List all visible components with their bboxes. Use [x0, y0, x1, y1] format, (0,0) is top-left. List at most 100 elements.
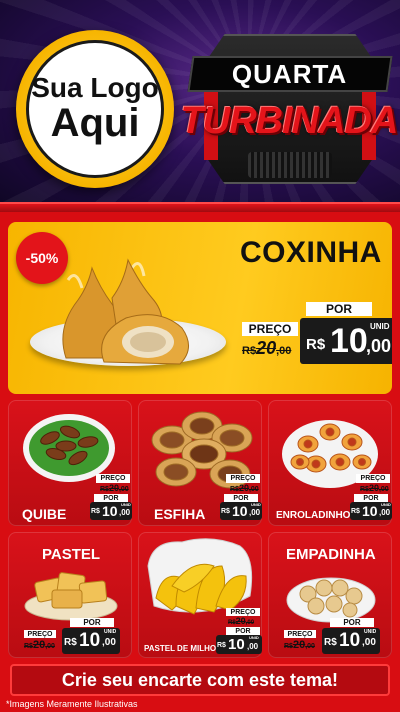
coxinha-image: [62, 258, 189, 365]
hero-price-tag: POR PREÇO R$ 20 ,00 R$ 10 ,00 UNID: [240, 302, 392, 368]
price-cents: ,00: [119, 508, 131, 517]
price-tag: PREÇO R$ 20,00 POR R$ 10 ,00 UNID: [70, 474, 132, 522]
old-price: R$ 20 ,00: [242, 338, 292, 358]
price-cents: ,00: [249, 508, 261, 517]
price-int: 10: [79, 630, 101, 651]
logo-line-2: Aqui: [50, 101, 140, 145]
preco-label: PREÇO: [284, 630, 316, 638]
por-label: POR: [226, 627, 260, 635]
product-name: ESFIHA: [154, 506, 206, 522]
price-currency: R$: [217, 642, 226, 649]
new-price: R$ 10 ,00 UNID: [322, 628, 380, 654]
hero-offer-card[interactable]: -50% COXINHA POR PREÇO R$ 20 ,00 R$ 10 ,…: [8, 222, 392, 394]
header-banner: Sua Logo Aqui QUARTA TURBINADA: [0, 0, 400, 206]
old-price-int: 20: [32, 639, 46, 651]
price-tag: PREÇO R$ 20,00 POR R$ 10 ,00 UNID: [330, 474, 392, 522]
preco-label: PREÇO: [226, 474, 260, 483]
new-price: R$ 10 ,00 UNID: [220, 502, 262, 520]
price-int: 10: [330, 322, 368, 360]
price-tag: PREÇO R$ 20,00 POR R$ 10 ,00 UNID: [22, 618, 132, 656]
new-price: R$ 10 ,00 UNID: [216, 635, 262, 654]
old-price-int: 20: [368, 483, 379, 493]
new-price: R$ 10 ,00 UNID: [300, 318, 392, 364]
logo-line-1: Sua Logo: [31, 72, 159, 103]
price-cents: ,00: [362, 637, 376, 648]
old-price-cents: ,00: [45, 643, 55, 650]
por-label: POR: [94, 494, 128, 502]
discount-badge: -50%: [16, 232, 68, 284]
price-tag: PREÇO R$ 20,00 POR R$ 10 ,00 UNID: [282, 618, 392, 656]
promo-badge: QUARTA TURBINADA: [181, 34, 398, 184]
price-currency: R$: [351, 508, 360, 515]
product-card-enroladinho[interactable]: ENROLADINHO PREÇO R$ 20,00 POR R$ 10 ,00 …: [268, 400, 392, 526]
speaker-grill-icon: [248, 152, 332, 178]
product-card-pastel-de-milho[interactable]: PASTEL DE MILHO PREÇO R$ 20,00 POR R$ 10 …: [138, 532, 262, 658]
price-cents: ,00: [247, 642, 259, 651]
por-label: POR: [354, 494, 388, 502]
product-card-pastel[interactable]: PASTEL PREÇO R$ 20,00 POR R$ 10 ,00 UNID: [8, 532, 132, 658]
old-price: R$ 20,00: [360, 483, 389, 493]
preco-label: PREÇO: [226, 608, 260, 616]
old-price-cents: ,00: [118, 486, 129, 493]
price-tag: PREÇO R$ 20,00 POR R$ 10 ,00 UNID: [214, 608, 262, 654]
header-divider: [0, 202, 400, 212]
product-card-empadinha[interactable]: EMPADINHA PREÇO R$ 20,00 POR R$ 10 ,00 UN…: [268, 532, 392, 658]
price-unit: UNID: [370, 322, 390, 331]
price-int: 10: [102, 503, 118, 519]
price-tag: PREÇO R$ 20,00 POR R$ 10 ,00 UNID: [200, 474, 262, 522]
price-currency: R$: [64, 637, 77, 648]
old-price-int: 20: [292, 639, 306, 651]
por-label: POR: [70, 618, 114, 627]
old-price-cents: ,00: [305, 643, 315, 650]
disclaimer-text: *Imagens Meramente Ilustrativas: [6, 699, 138, 709]
old-price-int: 20: [108, 483, 119, 493]
old-price-int: 20: [238, 483, 249, 493]
hero-product-title: COXINHA: [240, 236, 382, 269]
old-price-cents: ,00: [248, 486, 259, 493]
badge-day-text: QUARTA: [232, 58, 348, 89]
preco-label: PREÇO: [96, 474, 130, 483]
product-card-esfiha[interactable]: ESFIHA PREÇO R$ 20,00 POR R$ 10 ,00 UNID: [138, 400, 262, 526]
product-name: PASTEL: [42, 546, 101, 563]
new-price: R$ 10 ,00 UNID: [350, 502, 392, 520]
old-price-cents: ,00: [276, 345, 292, 357]
product-card-quibe[interactable]: QUIBE PREÇO R$ 20,00 POR R$ 10 ,00 UNID: [8, 400, 132, 526]
price-cents: ,00: [379, 508, 391, 517]
preco-label: PREÇO: [242, 322, 298, 336]
badge-day-plate: QUARTA: [187, 56, 393, 92]
preco-label: PREÇO: [356, 474, 390, 483]
old-price: R$ 20,00: [24, 639, 55, 651]
new-price: R$ 10 ,00 UNID: [62, 628, 120, 654]
preco-label: PREÇO: [24, 630, 56, 638]
price-unit: UNID: [251, 502, 261, 507]
price-currency: R$: [324, 637, 337, 648]
price-currency: R$: [221, 508, 230, 515]
old-price-int: 20: [235, 616, 246, 626]
price-int: 10: [362, 503, 378, 519]
empadinha-image: [286, 577, 376, 623]
old-price: R$ 20,00: [100, 483, 129, 493]
price-cents: ,00: [102, 637, 116, 648]
product-name: EMPADINHA: [286, 546, 376, 563]
new-price: R$ 10 ,00 UNID: [90, 502, 132, 520]
pastel-image: [24, 572, 118, 621]
price-unit: UNID: [104, 629, 117, 635]
price-currency: R$: [306, 336, 326, 353]
por-label: POR: [330, 618, 374, 627]
badge-title: TURBINADA: [181, 94, 399, 148]
price-int: 10: [339, 630, 361, 651]
product-name: PASTEL DE MILHO: [144, 644, 217, 653]
old-price: R$ 20,00: [284, 639, 315, 651]
product-name: QUIBE: [22, 506, 67, 522]
old-price: R$ 20,00: [228, 616, 255, 626]
badge-title-text: TURBINADA: [180, 99, 399, 142]
price-int: 10: [232, 503, 248, 519]
logo-placeholder[interactable]: Sua Logo Aqui: [26, 40, 164, 178]
price-unit: UNID: [249, 635, 259, 640]
price-int: 10: [228, 636, 245, 653]
price-cents: ,00: [366, 336, 392, 356]
price-currency: R$: [91, 508, 100, 515]
old-price-cents: ,00: [245, 620, 255, 626]
cta-button[interactable]: Crie seu encarte com este tema!: [10, 664, 390, 696]
price-unit: UNID: [364, 629, 377, 635]
